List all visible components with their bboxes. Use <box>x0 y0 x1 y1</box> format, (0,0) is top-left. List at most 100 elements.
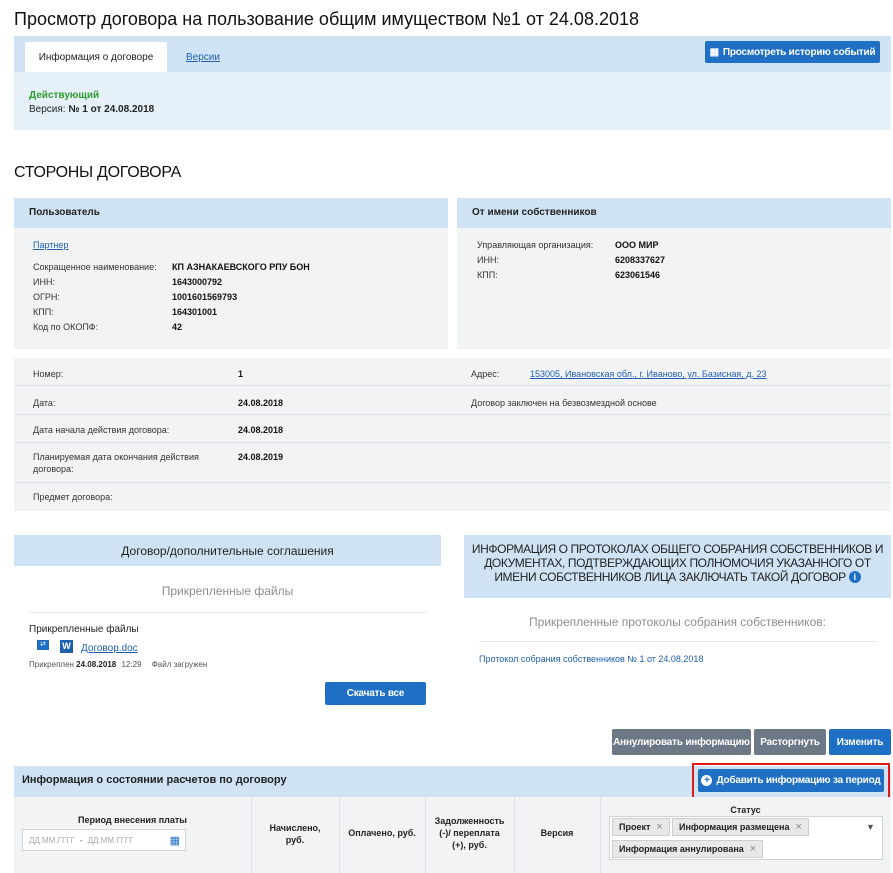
subject-label: Предмет договора: <box>33 492 113 502</box>
col-version: Версия <box>540 828 574 838</box>
col-accrued-line2: руб. <box>285 835 305 845</box>
status-tag-label: Информация размещена <box>679 822 790 832</box>
history-button[interactable]: ▦ Просмотреть историю событий <box>705 41 880 63</box>
col-debt-line3: (+), руб. <box>452 840 487 850</box>
date-from-input[interactable]: ДД.ММ.ГГГГ <box>29 836 75 845</box>
history-button-label: Просмотреть историю событий <box>722 46 876 58</box>
attached-prefix: Прикреплен <box>29 660 74 669</box>
user-panel-title: Пользователь <box>29 207 100 218</box>
col-debt-line2: (-)/ переплата <box>439 828 500 838</box>
status-tag-label: Проект <box>619 822 651 832</box>
address-label: Адрес: <box>471 369 500 379</box>
protocols-subheading: Прикрепленные протоколы собрания собстве… <box>529 615 826 629</box>
file-status: Файл загружен <box>151 660 208 669</box>
col-debt: Задолженность (-)/ переплата (+), руб. <box>425 815 514 851</box>
contracts-panel-title: Договор/дополнительные соглашения <box>121 543 334 558</box>
download-all-button[interactable]: Скачать все <box>325 682 426 705</box>
start-date-value: 24.08.2018 <box>238 425 284 435</box>
tab-contract-info-label: Информация о договоре <box>38 51 154 63</box>
field-value: 623061546 <box>615 270 661 280</box>
file-link[interactable]: Договор.doc <box>81 643 138 654</box>
version-label: Версия: <box>29 104 66 115</box>
field-value: 164301001 <box>172 307 218 317</box>
field-label: КПП: <box>477 270 498 280</box>
edit-button[interactable]: Изменить <box>829 729 891 755</box>
col-accrued-line1: Начислено, <box>269 823 321 833</box>
terminate-button-label: Расторгнуть <box>760 736 820 748</box>
add-period-label: Добавить информацию за период <box>716 775 881 786</box>
col-period: Период внесения платы <box>78 815 187 825</box>
date-separator: - <box>79 835 83 845</box>
edit-button-label: Изменить <box>836 736 884 748</box>
annul-button-label: Аннулировать информацию <box>613 736 750 748</box>
tab-contract-info[interactable]: Информация о договоре <box>25 42 167 72</box>
end-date-label-1: Планируемая дата окончания действия <box>33 452 199 462</box>
attached-time: 12:29 <box>121 660 142 669</box>
remove-tag-icon[interactable]: × <box>656 821 662 833</box>
end-date-value: 24.08.2019 <box>238 452 284 462</box>
protocols-panel-header: ИНФОРМАЦИЯ О ПРОТОКОЛАХ ОБЩЕГО СОБРАНИЯ … <box>464 535 891 598</box>
share-icon[interactable]: ⇄ <box>37 640 49 650</box>
files-label: Прикрепленные файлы <box>29 624 139 635</box>
field-label: Управляющая организация: <box>477 240 594 250</box>
end-date-label-2: договора: <box>33 464 74 474</box>
add-period-button[interactable]: + Добавить информацию за период <box>698 769 884 792</box>
annul-button[interactable]: Аннулировать информацию <box>612 729 751 755</box>
protocols-title-3: ИМЕНИ СОБСТВЕННИКОВ ЛИЦА ЗАКЛЮЧАТЬ ТАКОЙ… <box>494 570 846 584</box>
calendar-icon: ▦ <box>709 46 719 58</box>
field-label: ИНН: <box>477 255 499 265</box>
version-line: Версия: № 1 от 24.08.2018 <box>29 104 154 115</box>
user-panel-header: Пользователь <box>14 198 448 228</box>
col-debt-line1: Задолженность <box>434 816 505 826</box>
col-paid: Оплачено, руб. <box>348 828 416 838</box>
info-icon[interactable]: i <box>848 571 861 583</box>
field-label: Сокращенное наименование: <box>33 262 157 272</box>
chevron-down-icon[interactable]: ▼ <box>866 822 875 832</box>
number-label: Номер: <box>33 369 64 379</box>
status-tag[interactable]: Информация аннулирована × <box>612 840 764 858</box>
date-to-input[interactable]: ДД.ММ.ГГГГ <box>88 836 134 845</box>
word-file-icon: W <box>60 640 73 653</box>
version-value: № 1 от 24.08.2018 <box>68 104 155 115</box>
status-tag-label: Информация аннулирована <box>619 844 744 854</box>
download-all-label: Скачать все <box>346 688 405 699</box>
field-value: 1643000792 <box>172 277 223 287</box>
attached-date: 24.08.2018 <box>76 660 117 669</box>
page-title: Просмотр договора на пользование общим и… <box>14 9 639 29</box>
field-value: КП АЗНАКАЕВСКОГО РПУ БОН <box>172 262 310 272</box>
attached-line: Прикреплен 24.08.2018 12:29 Файл загруже… <box>29 660 207 669</box>
protocols-title-1: ИНФОРМАЦИЯ О ПРОТОКОЛАХ ОБЩЕГО СОБРАНИЯ … <box>471 542 884 556</box>
field-label: ОГРН: <box>33 292 60 302</box>
tab-versions[interactable]: Версии <box>186 52 220 63</box>
field-value: 1001601569793 <box>172 292 238 302</box>
number-value: 1 <box>238 369 244 379</box>
status-tag[interactable]: Проект × <box>612 818 670 836</box>
settlements-title: Информация о состоянии расчетов по догов… <box>22 774 287 786</box>
field-label: КПП: <box>33 307 54 317</box>
remove-tag-icon[interactable]: × <box>750 843 756 855</box>
owners-panel-header: От имени собственников <box>457 198 891 228</box>
field-label: Код по ОКОПФ: <box>33 322 99 332</box>
files-heading: Прикрепленные файлы <box>161 584 294 598</box>
status-tag[interactable]: Информация размещена × <box>672 818 809 836</box>
period-filter[interactable]: ДД.ММ.ГГГГ - ДД.ММ.ГГГГ ▦ <box>22 829 186 851</box>
parties-heading: СТОРОНЫ ДОГОВОРА <box>14 164 182 181</box>
terminate-button[interactable]: Расторгнуть <box>754 729 826 755</box>
free-basis-note: Договор заключен на безвозмездной основе <box>471 398 657 408</box>
field-label: ИНН: <box>33 277 55 287</box>
protocol-link[interactable]: Протокол собрания собственников № 1 от 2… <box>479 654 703 664</box>
partner-link[interactable]: Партнер <box>33 240 68 250</box>
field-value: ООО МИР <box>615 240 659 250</box>
col-status: Статус <box>730 805 761 815</box>
address-link[interactable]: 153005, Ивановская обл., г. Иваново, ул.… <box>530 369 767 379</box>
remove-tag-icon[interactable]: × <box>795 821 801 833</box>
date-value: 24.08.2018 <box>238 398 284 408</box>
calendar-icon[interactable]: ▦ <box>170 834 180 847</box>
col-accrued: Начислено, руб. <box>251 822 339 846</box>
protocols-title-2: ДОКУМЕНТАХ, ПОДТВЕРЖДАЮЩИХ ПОЛНОМОЧИЯ УК… <box>484 556 871 570</box>
field-value: 6208337627 <box>615 255 666 265</box>
owners-panel-title: От имени собственников <box>472 207 597 218</box>
field-value: 42 <box>172 322 183 332</box>
start-date-label: Дата начала действия договора: <box>33 425 170 435</box>
contracts-panel-header: Договор/дополнительные соглашения <box>14 535 441 566</box>
